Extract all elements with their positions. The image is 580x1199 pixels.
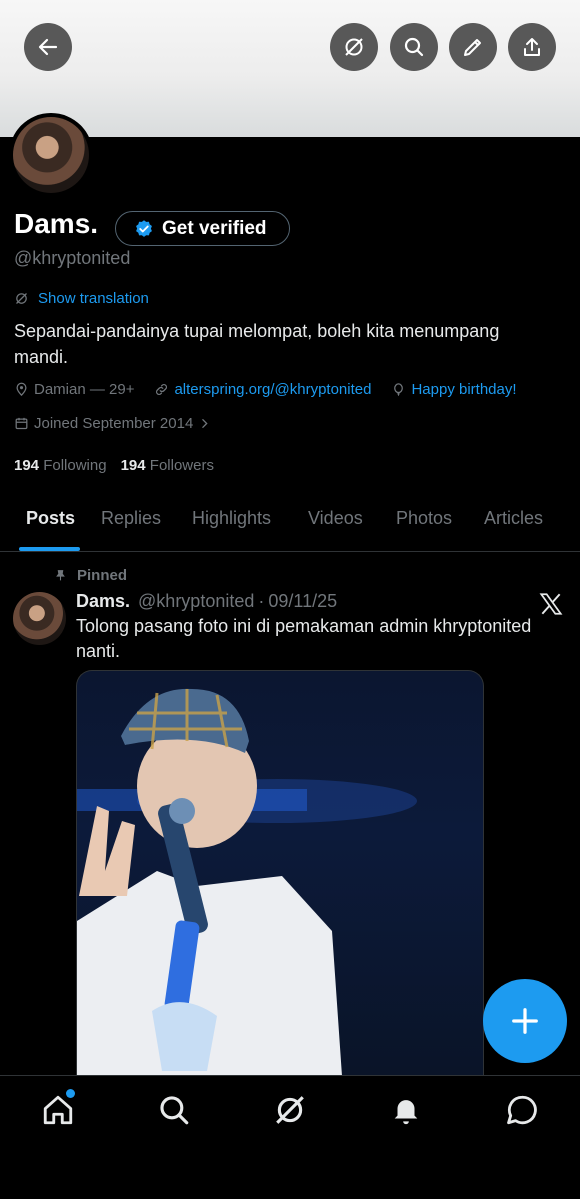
following-count: 194	[14, 457, 40, 474]
edit-profile-button[interactable]	[449, 23, 497, 71]
grok-icon	[16, 293, 27, 304]
grok-icon	[345, 38, 363, 56]
verified-badge-icon	[136, 219, 152, 237]
notifications-bell-icon[interactable]	[389, 1093, 423, 1127]
active-tab-indicator	[19, 547, 80, 551]
get-verified-label: Get verified	[162, 217, 267, 239]
search-icon[interactable]	[157, 1093, 191, 1127]
followers-label: Followers	[149, 457, 214, 474]
following-label: Following	[43, 457, 107, 474]
pin-icon	[56, 570, 65, 581]
back-button[interactable]	[24, 23, 72, 71]
pinned-label: Pinned	[77, 567, 128, 584]
show-translation-label: Show translation	[38, 290, 149, 307]
location-text: Damian — 29+	[34, 381, 135, 398]
tab-replies[interactable]: Replies	[101, 508, 161, 529]
profile-avatar[interactable]	[9, 113, 93, 197]
tab-posts[interactable]: Posts	[26, 508, 75, 529]
tab-articles[interactable]: Articles	[484, 508, 543, 529]
following-link[interactable]: 194 Following	[14, 457, 107, 474]
share-button[interactable]	[508, 23, 556, 71]
bottom-navigation	[0, 1075, 580, 1199]
website-link[interactable]: alterspring.org/@khryptonited	[174, 381, 371, 398]
share-icon	[524, 38, 540, 56]
website-item[interactable]: alterspring.org/@khryptonited	[154, 381, 371, 398]
plus-icon	[512, 1008, 538, 1034]
home-icon[interactable]	[41, 1093, 75, 1127]
chevron-right-icon	[202, 419, 208, 428]
location-item: Damian — 29+	[14, 381, 134, 398]
link-icon	[156, 384, 168, 395]
tab-videos[interactable]: Videos	[308, 508, 363, 529]
home-notification-dot	[66, 1089, 75, 1098]
joined-item[interactable]: Joined September 2014	[14, 415, 211, 432]
profile-bio: Sepandai-pandainya tupai melompat, boleh…	[14, 321, 500, 367]
avatar-image	[13, 117, 89, 193]
messages-icon[interactable]	[505, 1093, 539, 1127]
joined-row[interactable]: Joined September 2014	[14, 415, 231, 432]
post-separator: ·	[258, 591, 265, 611]
post-author-avatar[interactable]	[13, 592, 66, 645]
birthday-text[interactable]: Happy birthday!	[411, 381, 516, 398]
get-verified-button[interactable]: Get verified	[115, 211, 290, 246]
post-header: Dams. @khryptonited · 09/11/25	[76, 591, 337, 612]
location-pin-icon	[16, 382, 27, 396]
joined-text: Joined September 2014	[34, 415, 194, 432]
search-button[interactable]	[390, 23, 438, 71]
profile-banner	[0, 0, 580, 137]
calendar-icon	[15, 417, 28, 430]
search-icon	[404, 37, 424, 57]
pinned-indicator: Pinned	[54, 567, 127, 584]
show-translation-link[interactable]: Show translation	[14, 290, 149, 307]
compose-post-button[interactable]	[483, 979, 567, 1063]
followers-link[interactable]: 194 Followers	[121, 457, 214, 474]
post-date[interactable]: 09/11/25	[268, 591, 337, 612]
followers-count: 194	[120, 457, 146, 474]
profile-tabs: Posts Replies Highlights Videos Photos A…	[0, 500, 580, 552]
profile-name: Dams.	[14, 208, 99, 239]
follow-stats: 194 Following 194 Followers	[14, 457, 214, 474]
profile-handle: @khryptonited	[14, 248, 131, 268]
birthday-item[interactable]: Happy birthday!	[391, 381, 517, 398]
balloon-icon	[394, 383, 404, 396]
tab-photos[interactable]: Photos	[396, 508, 452, 529]
photo-illustration	[77, 688, 417, 1075]
post-media-photo[interactable]	[76, 670, 484, 1075]
post-author-handle[interactable]: @khryptonited	[138, 591, 254, 612]
post-author-name[interactable]: Dams.	[76, 591, 130, 612]
post-text: Tolong pasang foto ini di pemakaman admi…	[76, 616, 532, 661]
tab-highlights[interactable]: Highlights	[192, 508, 271, 529]
profile-meta-row: Damian — 29+ alterspring.org/@khryptonit…	[14, 381, 517, 398]
back-arrow-icon	[38, 38, 58, 56]
grok-icon[interactable]	[273, 1093, 307, 1127]
grok-button[interactable]	[330, 23, 378, 71]
edit-pencil-icon	[464, 39, 481, 56]
